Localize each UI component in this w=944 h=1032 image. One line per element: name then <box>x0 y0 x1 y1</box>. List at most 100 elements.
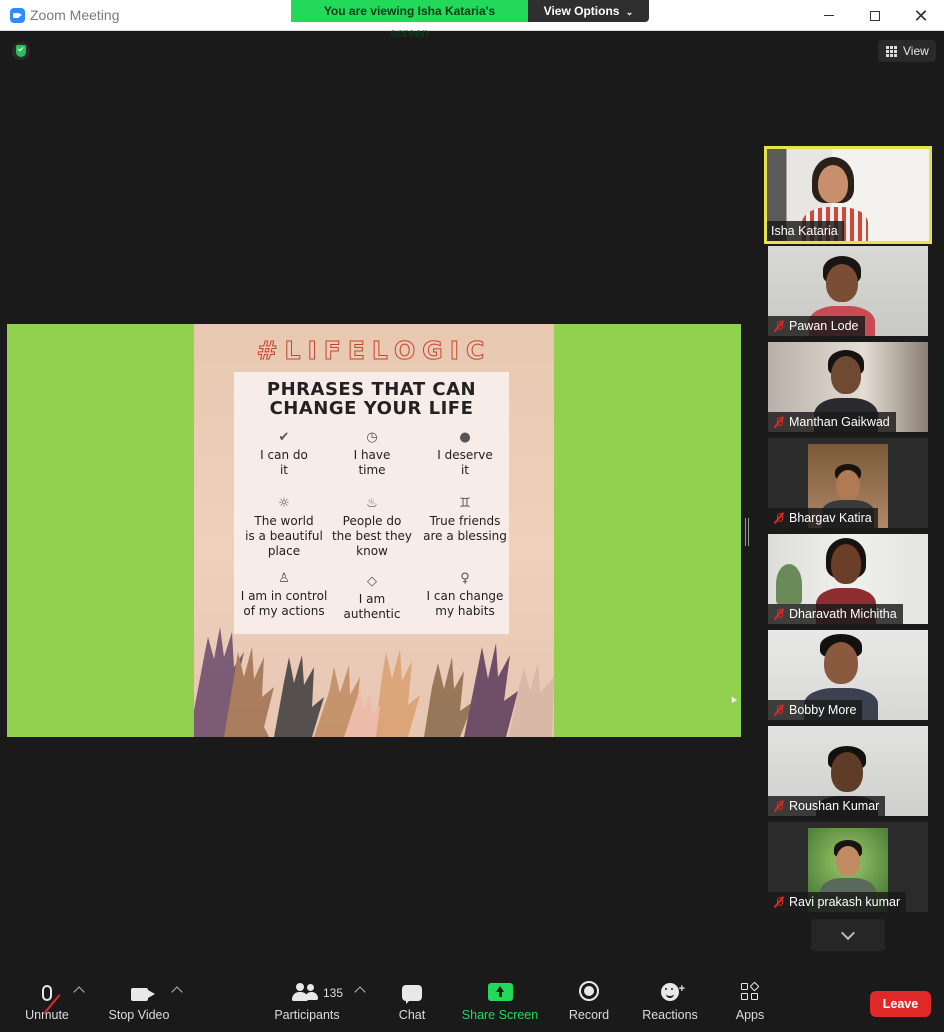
slide-hashtag: #LIFELOGIC <box>256 336 492 366</box>
phrase-item: ◷ I have time <box>353 430 391 477</box>
phrase-item: ♨ People do the best they know <box>331 496 413 558</box>
participant-name-bar: Roushan Kumar <box>768 796 886 816</box>
share-screen-button[interactable]: Share Screen <box>462 974 538 1032</box>
participant-name: Bhargav Katira <box>789 511 872 525</box>
participant-name-bar: Dharavath Michitha <box>768 604 903 624</box>
participant-name: Isha Kataria <box>771 224 838 238</box>
participant-name-bar: Bobby More <box>768 700 863 720</box>
chevron-down-icon <box>840 925 856 940</box>
record-button[interactable]: Record <box>568 974 610 1032</box>
record-icon <box>579 981 599 1001</box>
grid-view-icon <box>886 45 897 57</box>
participant-name-bar: Isha Kataria <box>767 221 844 241</box>
share-screen-label: Share Screen <box>461 1008 539 1022</box>
panel-resize-handle[interactable] <box>745 518 749 546</box>
participant-name: Manthan Gaikwad <box>789 415 890 429</box>
participant-name: Bobby More <box>789 703 857 717</box>
muted-mic-icon <box>772 319 786 333</box>
viewing-screen-text: You are viewing Isha Kataria's screen <box>291 0 528 40</box>
maximize-icon <box>870 10 880 21</box>
participant-name: Ravi prakash kumar <box>789 895 901 909</box>
window-title: Zoom Meeting <box>30 7 120 23</box>
stop-video-label: Stop Video <box>108 1008 170 1022</box>
participant-tile[interactable]: Bobby More <box>768 630 928 720</box>
leave-button[interactable]: Leave <box>870 991 931 1017</box>
microphone-icon <box>42 985 52 1001</box>
participant-tile[interactable]: Ravi prakash kumar <box>768 822 928 912</box>
reactions-label: Reactions <box>642 1008 698 1022</box>
clock-icon: ◷ <box>366 430 378 445</box>
minimize-button[interactable] <box>806 0 852 31</box>
phrase-item: ✔ I can do it <box>260 430 308 477</box>
video-camera-icon <box>130 988 148 1001</box>
close-icon: ✕ <box>913 5 929 26</box>
participant-tile[interactable]: Bhargav Katira <box>768 438 928 528</box>
participants-icon <box>292 983 322 1001</box>
muted-mic-icon <box>772 415 786 429</box>
lightbulb-icon: ♨ <box>366 496 378 511</box>
muted-mic-icon <box>772 799 786 813</box>
stop-video-button[interactable]: Stop Video <box>108 974 170 1032</box>
reactions-button[interactable]: + Reactions <box>641 974 699 1032</box>
participant-tile[interactable]: Manthan Gaikwad <box>768 342 928 432</box>
meditation-icon: ♙ <box>278 571 290 586</box>
apps-label: Apps <box>735 1008 765 1022</box>
muted-mic-icon <box>772 895 786 909</box>
security-shield-icon[interactable] <box>12 42 30 60</box>
smiley-icon: + <box>661 983 685 1001</box>
muted-mic-icon <box>772 511 786 525</box>
checkmark-icon: ✔ <box>278 430 290 445</box>
participants-options-caret-icon[interactable] <box>354 986 366 998</box>
participant-name: Roushan Kumar <box>789 799 880 813</box>
participant-name-bar: Bhargav Katira <box>768 508 878 528</box>
view-label: View <box>903 44 929 58</box>
participants-count: 135 <box>323 986 344 1000</box>
participant-tile-active-speaker[interactable]: Isha Kataria <box>764 146 932 244</box>
participant-name-bar: Ravi prakash kumar <box>768 892 907 912</box>
participant-name: Dharavath Michitha <box>789 607 897 621</box>
phrases-card: PHRASES THAT CAN CHANGE YOUR LIFE ✔ I ca… <box>234 372 509 634</box>
chevron-down-icon: ⌄ <box>625 7 634 17</box>
diamond-icon: ◇ <box>367 574 377 589</box>
minimize-icon <box>824 15 834 16</box>
apps-icon <box>741 981 760 1001</box>
chat-icon <box>402 985 422 1004</box>
meeting-toolbar: Unmute Stop Video Participants 135 Chat <box>0 974 944 1032</box>
participant-name-bar: Manthan Gaikwad <box>768 412 896 432</box>
maximize-button[interactable] <box>852 0 898 31</box>
scroll-participants-down-button[interactable] <box>811 919 885 951</box>
close-button[interactable]: ✕ <box>898 0 944 31</box>
beach-icon: ☼ <box>278 496 290 511</box>
participant-tile[interactable]: Pawan Lode <box>768 246 928 336</box>
record-label: Record <box>568 1008 610 1022</box>
card-title-line2: CHANGE YOUR LIFE <box>269 398 474 419</box>
video-options-caret-icon[interactable] <box>171 986 183 998</box>
person-icon: ♀ <box>460 571 470 586</box>
slide-image: #LIFELOGIC PHRASES THAT CAN CHANGE YOUR … <box>194 324 554 737</box>
phrase-item: ♊ True friends are a blessing <box>423 496 507 543</box>
phrase-item: ● I deserve it <box>437 430 493 477</box>
phrase-item: ☼ The world is a beautiful place <box>245 496 323 558</box>
card-title-line1: PHRASES THAT CAN <box>266 379 477 400</box>
friends-icon: ♊ <box>459 496 471 511</box>
raised-hands-illustration <box>194 627 554 737</box>
head-icon: ● <box>459 430 471 445</box>
screen-share-banner: You are viewing Isha Kataria's screen Vi… <box>291 0 649 40</box>
mouse-cursor-icon <box>728 694 738 704</box>
view-options-button[interactable]: View Options ⌄ <box>528 0 649 22</box>
muted-mic-icon <box>772 607 786 621</box>
unmute-button[interactable]: Unmute <box>22 974 72 1032</box>
apps-button[interactable]: Apps <box>732 974 768 1032</box>
participants-button[interactable]: Participants <box>274 974 340 1032</box>
shared-screen: #LIFELOGIC PHRASES THAT CAN CHANGE YOUR … <box>7 324 741 737</box>
zoom-meeting-window: Zoom Meeting ✕ You are viewing Isha Kata… <box>0 0 944 1032</box>
card-title: PHRASES THAT CAN CHANGE YOUR LIFE <box>234 380 509 418</box>
participant-name-bar: Pawan Lode <box>768 316 865 336</box>
participant-tile[interactable]: Dharavath Michitha <box>768 534 928 624</box>
chat-button[interactable]: Chat <box>392 974 432 1032</box>
view-button[interactable]: View <box>878 40 936 62</box>
share-screen-icon <box>487 983 513 1001</box>
participant-tile[interactable]: Roushan Kumar <box>768 726 928 816</box>
muted-mic-icon <box>772 703 786 717</box>
audio-options-caret-icon[interactable] <box>73 986 85 998</box>
